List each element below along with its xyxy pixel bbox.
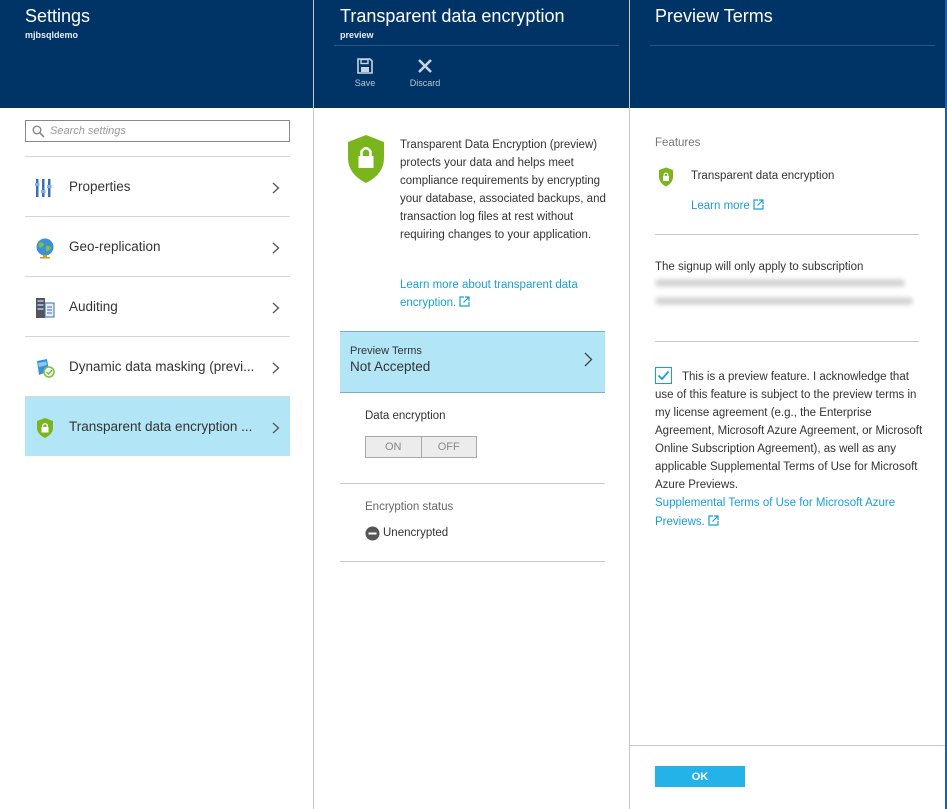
unencrypted-status-icon	[365, 526, 380, 541]
settings-item-label: Auditing	[69, 299, 118, 314]
preview-terms-label: Preview Terms	[350, 345, 422, 357]
tde-blade: Transparent data encryption preview Save…	[314, 0, 630, 809]
chevron-right-icon	[272, 302, 280, 314]
discard-button[interactable]: Discard	[405, 58, 445, 88]
settings-item-label: Transparent data encryption ...	[69, 419, 253, 434]
save-button[interactable]: Save	[345, 58, 385, 88]
settings-item-label: Geo-replication	[69, 239, 161, 254]
settings-item-dynamic-data-masking[interactable]: Dynamic data masking (previ...	[25, 336, 290, 396]
settings-blade-title: Settings	[25, 6, 91, 26]
encryption-status-label: Encryption status	[365, 501, 454, 513]
header-divider	[650, 45, 935, 46]
properties-icon	[35, 179, 52, 197]
shield-lock-icon	[659, 167, 673, 187]
external-link-icon	[708, 515, 719, 526]
settings-item-transparent-data-encryption[interactable]: Transparent data encryption ...	[25, 396, 290, 456]
settings-blade: Settings mjbsqldemo Properties	[0, 0, 314, 809]
tde-blade-title: Transparent data encryption	[340, 6, 565, 26]
section-divider	[340, 561, 605, 562]
search-settings-box[interactable]	[25, 120, 290, 142]
section-divider	[655, 341, 919, 342]
learn-more-tde-link[interactable]: Learn more about transparent data encryp…	[400, 276, 610, 312]
shield-lock-icon	[348, 135, 384, 183]
supplemental-terms-text: Supplemental Terms of Use for Microsoft …	[655, 497, 896, 528]
settings-blade-subtitle: mjbsqldemo	[25, 30, 79, 40]
data-masking-icon	[37, 359, 55, 378]
chevron-right-icon	[272, 182, 280, 194]
acknowledgement-text: This is a preview feature. I acknowledge…	[655, 371, 923, 491]
settings-blade-header: Settings mjbsqldemo	[0, 0, 313, 108]
search-icon	[32, 125, 45, 138]
chevron-right-icon	[584, 352, 593, 367]
globe-icon	[36, 238, 54, 259]
preview-terms-blade-title: Preview Terms	[655, 6, 773, 26]
learn-more-tde-text: Learn more about transparent data encryp…	[400, 279, 578, 309]
settings-item-geo-replication[interactable]: Geo-replication	[25, 216, 290, 276]
data-encryption-toggle[interactable]: ON OFF	[365, 436, 477, 458]
section-divider	[655, 234, 919, 235]
shield-lock-icon	[37, 418, 53, 438]
preview-terms-blade: Preview Terms Features Transparent data …	[630, 0, 947, 809]
feature-learn-more-link[interactable]: Learn more	[691, 199, 764, 212]
preview-terms-value: Not Accepted	[350, 359, 431, 374]
section-divider	[340, 483, 605, 484]
tde-blade-header: Transparent data encryption preview Save…	[314, 0, 629, 108]
tde-blade-subtitle: preview	[340, 30, 374, 40]
discard-icon	[418, 59, 432, 73]
tde-description: Transparent Data Encryption (preview) pr…	[400, 139, 606, 241]
search-settings-input[interactable]	[50, 123, 280, 139]
footer-divider	[630, 745, 945, 746]
settings-item-auditing[interactable]: Auditing	[25, 276, 290, 336]
blurred-subscription	[655, 279, 917, 313]
settings-item-label: Dynamic data masking (previ...	[69, 359, 255, 374]
settings-menu: Properties Geo-replication Auditing Dyna…	[25, 156, 290, 456]
save-icon	[357, 58, 373, 74]
external-link-icon	[753, 199, 764, 210]
supplemental-terms-link[interactable]: Supplemental Terms of Use for Microsoft …	[655, 494, 923, 532]
features-label: Features	[655, 137, 701, 149]
discard-label: Discard	[409, 78, 441, 88]
chevron-right-icon	[272, 362, 280, 374]
data-encryption-label: Data encryption	[365, 410, 446, 422]
save-label: Save	[354, 78, 376, 88]
ok-button[interactable]: OK	[655, 766, 745, 787]
chevron-right-icon	[272, 422, 280, 434]
chevron-right-icon	[272, 242, 280, 254]
settings-item-properties[interactable]: Properties	[25, 156, 290, 216]
feature-name: Transparent data encryption	[691, 170, 835, 182]
acknowledge-checkbox[interactable]	[655, 367, 672, 384]
feature-learn-more-text: Learn more	[691, 200, 750, 212]
auditing-icon	[36, 298, 55, 318]
signup-text: The signup will only apply to subscripti…	[655, 261, 864, 273]
encryption-status-value: Unencrypted	[383, 527, 449, 539]
toggle-on-option[interactable]: ON	[366, 437, 421, 457]
toggle-off-option[interactable]: OFF	[420, 437, 476, 457]
preview-terms-row[interactable]: Preview Terms Not Accepted	[340, 331, 605, 393]
preview-terms-blade-header: Preview Terms	[630, 0, 945, 108]
settings-item-label: Properties	[69, 179, 131, 194]
header-divider	[334, 45, 619, 46]
external-link-icon	[459, 296, 470, 307]
checkmark-icon	[657, 370, 670, 381]
